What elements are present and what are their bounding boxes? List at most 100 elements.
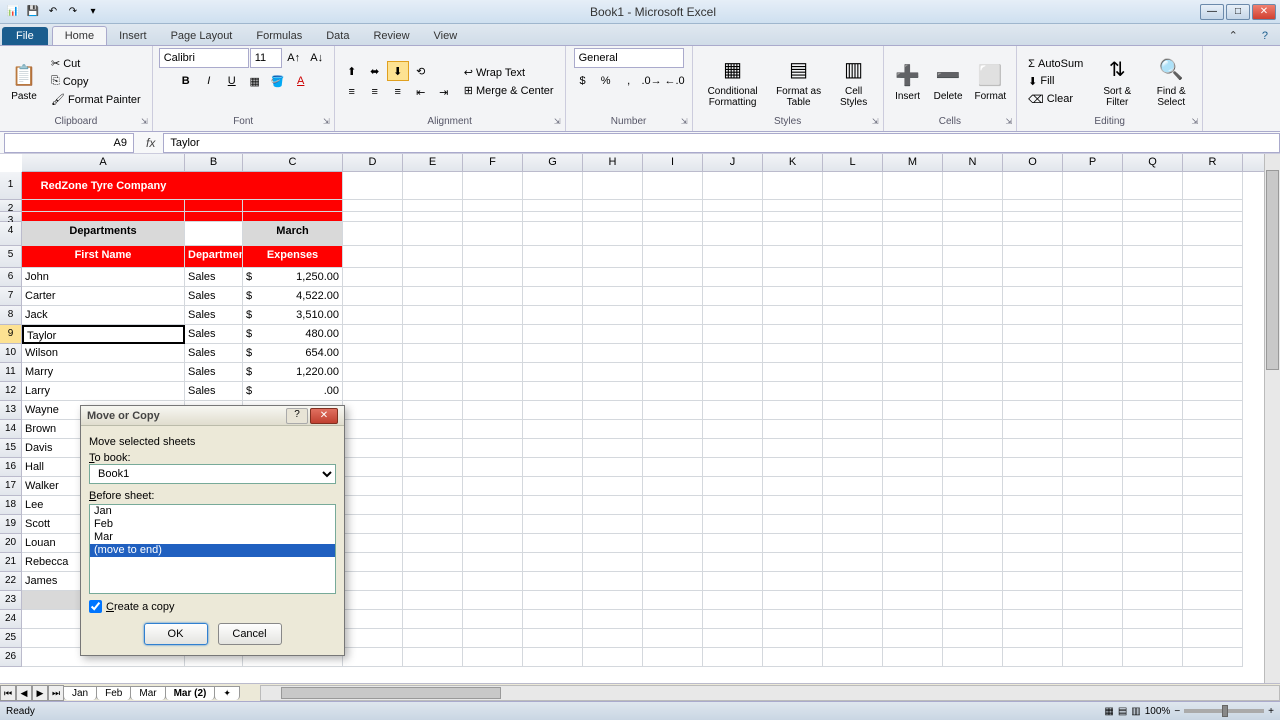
cell[interactable] (1063, 572, 1123, 591)
clear-button[interactable]: ⌫Clear (1023, 91, 1088, 108)
excel-icon[interactable]: 📊 (4, 3, 22, 21)
cell[interactable] (523, 212, 583, 222)
cell[interactable] (523, 222, 583, 246)
cell[interactable] (463, 325, 523, 344)
cell[interactable] (703, 325, 763, 344)
cell[interactable] (1003, 172, 1063, 200)
cell[interactable] (463, 648, 523, 667)
cell[interactable] (463, 287, 523, 306)
cell[interactable] (763, 572, 823, 591)
sheet-nav-last-icon[interactable]: ⏭ (48, 685, 64, 701)
qat-dropdown-icon[interactable]: ▾ (84, 3, 102, 21)
sort-filter-button[interactable]: ⇅Sort & Filter (1092, 54, 1142, 110)
cell[interactable] (1003, 458, 1063, 477)
row-header[interactable]: 19 (0, 515, 22, 534)
cell[interactable] (403, 344, 463, 363)
format-painter-button[interactable]: 🖌Format Painter (46, 91, 146, 108)
cell[interactable] (1003, 268, 1063, 287)
cell[interactable] (1003, 287, 1063, 306)
cell[interactable] (703, 200, 763, 212)
cell[interactable] (243, 172, 343, 200)
cell[interactable] (703, 610, 763, 629)
cell[interactable] (403, 553, 463, 572)
percent-icon[interactable]: % (595, 71, 617, 91)
cell[interactable] (1183, 401, 1243, 420)
cell[interactable] (1003, 572, 1063, 591)
cell[interactable] (1123, 648, 1183, 667)
cell[interactable] (403, 477, 463, 496)
cell[interactable] (1063, 496, 1123, 515)
cell[interactable] (943, 629, 1003, 648)
cell[interactable] (943, 306, 1003, 325)
cell[interactable] (823, 458, 883, 477)
cell[interactable] (463, 172, 523, 200)
cell[interactable] (1003, 382, 1063, 401)
cell[interactable] (823, 477, 883, 496)
cell[interactable] (463, 268, 523, 287)
cell[interactable] (343, 306, 403, 325)
cell[interactable] (643, 591, 703, 610)
cell[interactable] (883, 344, 943, 363)
cell[interactable] (1063, 515, 1123, 534)
cell[interactable] (763, 325, 823, 344)
cell[interactable] (1003, 439, 1063, 458)
cell[interactable]: $654.00 (243, 344, 343, 363)
cell[interactable] (1003, 401, 1063, 420)
cell[interactable] (823, 222, 883, 246)
row-3[interactable]: 3 (0, 212, 1280, 222)
zoom-slider[interactable] (1184, 709, 1264, 713)
cell[interactable] (883, 572, 943, 591)
tab-formulas[interactable]: Formulas (244, 27, 314, 45)
undo-icon[interactable]: ↶ (44, 3, 62, 21)
cell[interactable] (583, 246, 643, 268)
cell[interactable] (583, 344, 643, 363)
cell[interactable] (643, 534, 703, 553)
cell[interactable] (403, 439, 463, 458)
cell[interactable] (583, 200, 643, 212)
row-4[interactable]: 4DepartmentsMarch (0, 222, 1280, 246)
cell[interactable] (1123, 420, 1183, 439)
cell[interactable] (703, 382, 763, 401)
sheet-tab-mar[interactable]: Mar (130, 686, 165, 700)
cell[interactable] (403, 629, 463, 648)
cell[interactable]: Taylor (22, 325, 185, 344)
cell[interactable] (643, 212, 703, 222)
cell[interactable]: $1,220.00 (243, 363, 343, 382)
cell[interactable] (1183, 306, 1243, 325)
sheet-tab-jan[interactable]: Jan (63, 686, 97, 700)
cell[interactable] (1003, 477, 1063, 496)
cell[interactable] (523, 382, 583, 401)
cell[interactable] (403, 420, 463, 439)
cell[interactable] (883, 515, 943, 534)
cell[interactable] (403, 534, 463, 553)
cell[interactable] (823, 382, 883, 401)
cell[interactable] (943, 287, 1003, 306)
cell[interactable] (343, 222, 403, 246)
font-name-select[interactable] (159, 48, 249, 68)
cell[interactable] (1003, 553, 1063, 572)
cell[interactable] (943, 344, 1003, 363)
cell[interactable] (1183, 172, 1243, 200)
cell[interactable] (883, 222, 943, 246)
cell[interactable] (943, 534, 1003, 553)
cell[interactable] (643, 382, 703, 401)
cell[interactable] (403, 222, 463, 246)
row-header[interactable]: 21 (0, 553, 22, 572)
cell[interactable] (943, 325, 1003, 344)
insert-cells-button[interactable]: ➕Insert (890, 59, 926, 104)
cell[interactable] (943, 648, 1003, 667)
cell[interactable] (523, 172, 583, 200)
cell[interactable] (403, 515, 463, 534)
cell[interactable] (1063, 246, 1123, 268)
cell[interactable] (643, 610, 703, 629)
cell[interactable] (883, 629, 943, 648)
cell[interactable] (463, 246, 523, 268)
cell[interactable]: Sales (185, 325, 243, 344)
cell[interactable] (1063, 172, 1123, 200)
cell[interactable] (1183, 382, 1243, 401)
cell[interactable] (343, 648, 403, 667)
tab-home[interactable]: Home (52, 26, 107, 45)
cell[interactable] (1123, 439, 1183, 458)
cell[interactable] (523, 439, 583, 458)
cell[interactable] (583, 534, 643, 553)
